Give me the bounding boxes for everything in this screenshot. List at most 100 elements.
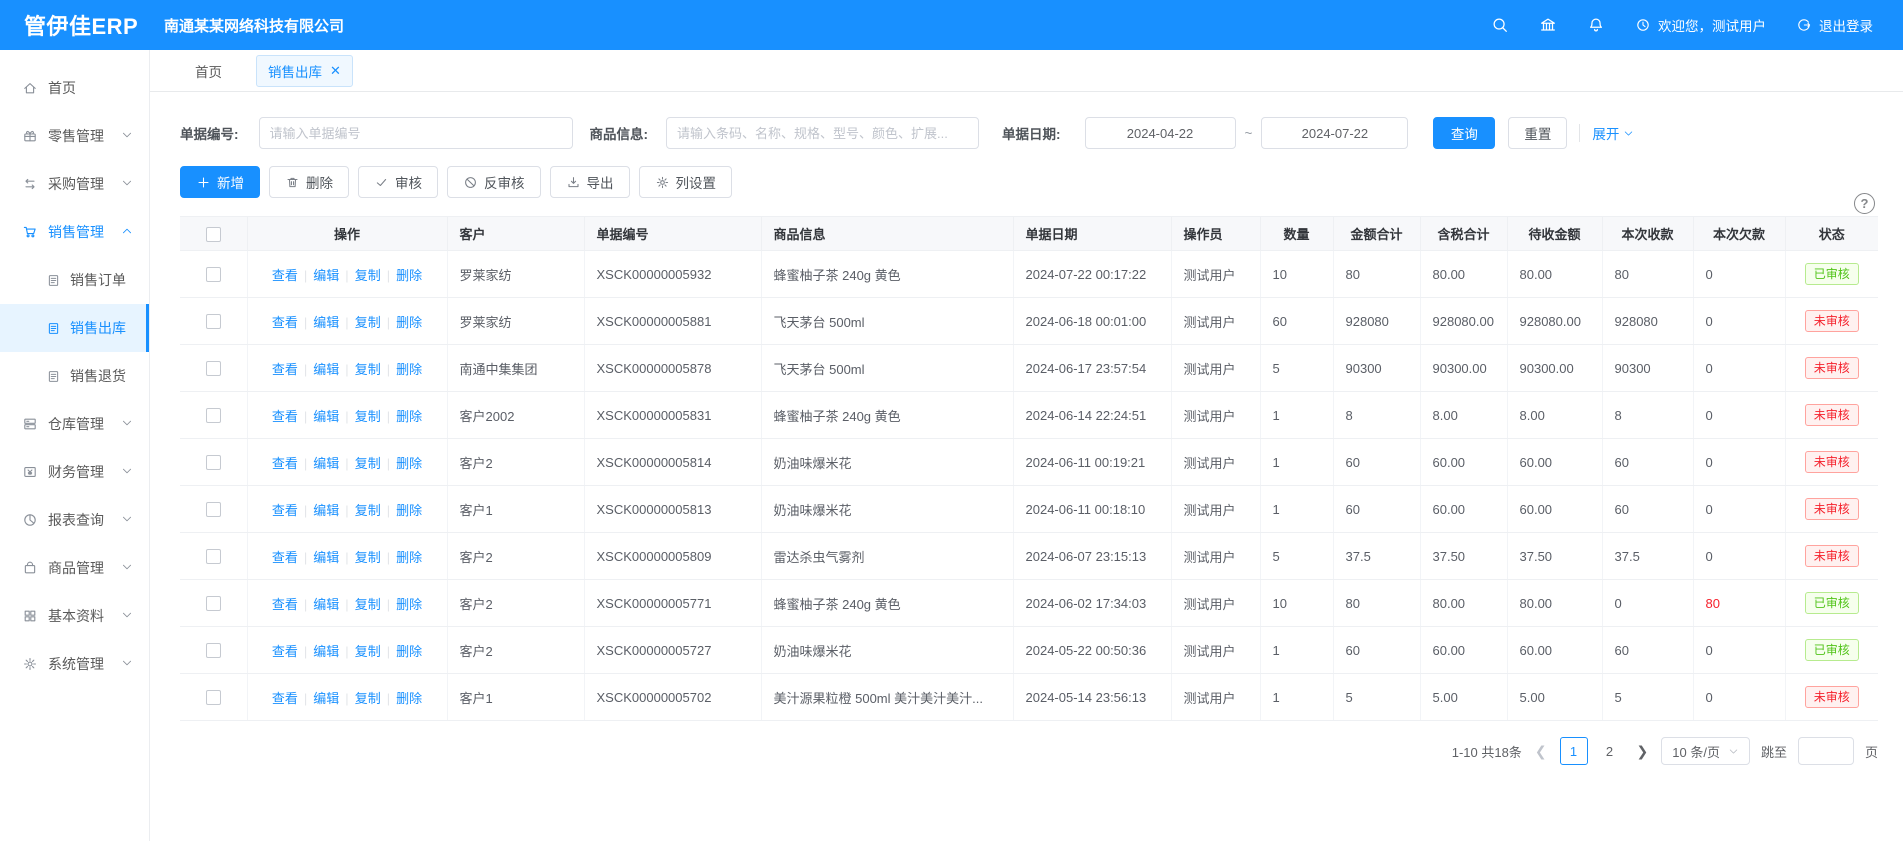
delete-link[interactable]: 删除 [396, 268, 422, 283]
cell-receivable: 80.00 [1507, 580, 1602, 627]
tab-item[interactable]: 销售出库✕ [256, 55, 353, 87]
sidebar-item[interactable]: 首页 [0, 64, 149, 112]
edit-link[interactable]: 编辑 [313, 268, 339, 283]
prev-page-button[interactable]: ❮ [1533, 743, 1549, 760]
sidebar-item[interactable]: 基本资料 [0, 592, 149, 640]
sidebar-item[interactable]: 商品管理 [0, 544, 149, 592]
toolbar-button[interactable]: 审核 [358, 166, 438, 198]
row-checkbox[interactable] [206, 408, 221, 423]
copy-link[interactable]: 复制 [355, 409, 381, 424]
view-link[interactable]: 查看 [272, 409, 298, 424]
expand-link[interactable]: 展开 [1592, 123, 1634, 143]
sidebar-subitem[interactable]: 销售出库 [0, 304, 149, 352]
delete-link[interactable]: 删除 [396, 644, 422, 659]
sidebar-subitem[interactable]: 销售订单 [0, 256, 149, 304]
sidebar-item[interactable]: 销售管理 [0, 208, 149, 256]
copy-link[interactable]: 复制 [355, 268, 381, 283]
view-link[interactable]: 查看 [272, 691, 298, 706]
row-checkbox[interactable] [206, 455, 221, 470]
copy-link[interactable]: 复制 [355, 456, 381, 471]
row-checkbox[interactable] [206, 643, 221, 658]
cell-date: 2024-06-11 00:19:21 [1013, 439, 1171, 486]
toolbar-button[interactable]: 新增 [180, 166, 260, 198]
bank-icon[interactable] [1539, 16, 1557, 34]
doc-no-input[interactable] [259, 117, 573, 149]
bell-icon[interactable] [1587, 16, 1605, 34]
delete-link[interactable]: 删除 [396, 550, 422, 565]
welcome-group[interactable]: 欢迎您，测试用户 [1635, 15, 1766, 35]
cell-debt: 0 [1693, 298, 1785, 345]
sidebar-item[interactable]: 零售管理 [0, 112, 149, 160]
delete-link[interactable]: 删除 [396, 597, 422, 612]
row-checkbox[interactable] [206, 361, 221, 376]
sidebar-subitem[interactable]: 销售退货 [0, 352, 149, 400]
delete-link[interactable]: 删除 [396, 315, 422, 330]
edit-link[interactable]: 编辑 [313, 315, 339, 330]
view-link[interactable]: 查看 [272, 315, 298, 330]
search-icon[interactable] [1491, 16, 1509, 34]
sidebar-item[interactable]: 仓库管理 [0, 400, 149, 448]
view-link[interactable]: 查看 [272, 597, 298, 612]
view-link[interactable]: 查看 [272, 456, 298, 471]
page-size-select[interactable]: 10 条/页 [1661, 737, 1750, 765]
chevron-down-icon [121, 129, 133, 141]
row-checkbox[interactable] [206, 314, 221, 329]
row-checkbox[interactable] [206, 596, 221, 611]
reset-button[interactable]: 重置 [1508, 117, 1567, 149]
page-number-button[interactable]: 2 [1596, 737, 1624, 765]
copy-link[interactable]: 复制 [355, 550, 381, 565]
sidebar-item[interactable]: 财务管理 [0, 448, 149, 496]
cell-customer: 客户2 [447, 439, 584, 486]
page-number-button[interactable]: 1 [1560, 737, 1588, 765]
view-link[interactable]: 查看 [272, 503, 298, 518]
copy-link[interactable]: 复制 [355, 315, 381, 330]
edit-link[interactable]: 编辑 [313, 691, 339, 706]
toolbar-button[interactable]: 导出 [550, 166, 630, 198]
delete-link[interactable]: 删除 [396, 691, 422, 706]
row-checkbox[interactable] [206, 502, 221, 517]
table-body: 查看|编辑|复制|删除罗莱家纺XSCK00000005932蜂蜜柚子茶 240g… [180, 251, 1878, 721]
date-end-input[interactable]: 2024-07-22 [1261, 117, 1408, 149]
edit-link[interactable]: 编辑 [313, 409, 339, 424]
date-start-input[interactable]: 2024-04-22 [1085, 117, 1236, 149]
copy-link[interactable]: 复制 [355, 503, 381, 518]
help-icon[interactable]: ? [1854, 193, 1875, 214]
logout-group[interactable]: 退出登录 [1796, 15, 1873, 35]
copy-link[interactable]: 复制 [355, 597, 381, 612]
toolbar-button[interactable]: 列设置 [639, 166, 733, 198]
view-link[interactable]: 查看 [272, 644, 298, 659]
copy-link[interactable]: 复制 [355, 691, 381, 706]
row-checkbox[interactable] [206, 267, 221, 282]
row-checkbox[interactable] [206, 549, 221, 564]
sidebar-item[interactable]: 系统管理 [0, 640, 149, 688]
delete-link[interactable]: 删除 [396, 362, 422, 377]
toolbar-button[interactable]: 反审核 [447, 166, 541, 198]
select-all-checkbox[interactable] [206, 227, 221, 242]
edit-link[interactable]: 编辑 [313, 597, 339, 612]
view-link[interactable]: 查看 [272, 268, 298, 283]
delete-link[interactable]: 删除 [396, 409, 422, 424]
view-link[interactable]: 查看 [272, 550, 298, 565]
edit-link[interactable]: 编辑 [313, 503, 339, 518]
sidebar-item[interactable]: 报表查询 [0, 496, 149, 544]
cell-tax-amount: 8.00 [1420, 392, 1507, 439]
delete-link[interactable]: 删除 [396, 503, 422, 518]
edit-link[interactable]: 编辑 [313, 644, 339, 659]
edit-link[interactable]: 编辑 [313, 456, 339, 471]
edit-link[interactable]: 编辑 [313, 362, 339, 377]
edit-link[interactable]: 编辑 [313, 550, 339, 565]
copy-link[interactable]: 复制 [355, 362, 381, 377]
next-page-button[interactable]: ❯ [1635, 743, 1651, 760]
delete-link[interactable]: 删除 [396, 456, 422, 471]
cell-doc-no: XSCK00000005727 [584, 627, 761, 674]
sidebar-item[interactable]: 采购管理 [0, 160, 149, 208]
tab-close-icon[interactable]: ✕ [330, 64, 341, 77]
tab-item[interactable]: 首页 [195, 61, 222, 81]
jump-page-input[interactable] [1798, 737, 1854, 765]
toolbar-button[interactable]: 删除 [269, 166, 349, 198]
search-button[interactable]: 查询 [1433, 117, 1495, 149]
copy-link[interactable]: 复制 [355, 644, 381, 659]
view-link[interactable]: 查看 [272, 362, 298, 377]
row-checkbox[interactable] [206, 690, 221, 705]
product-info-input[interactable] [666, 117, 979, 149]
